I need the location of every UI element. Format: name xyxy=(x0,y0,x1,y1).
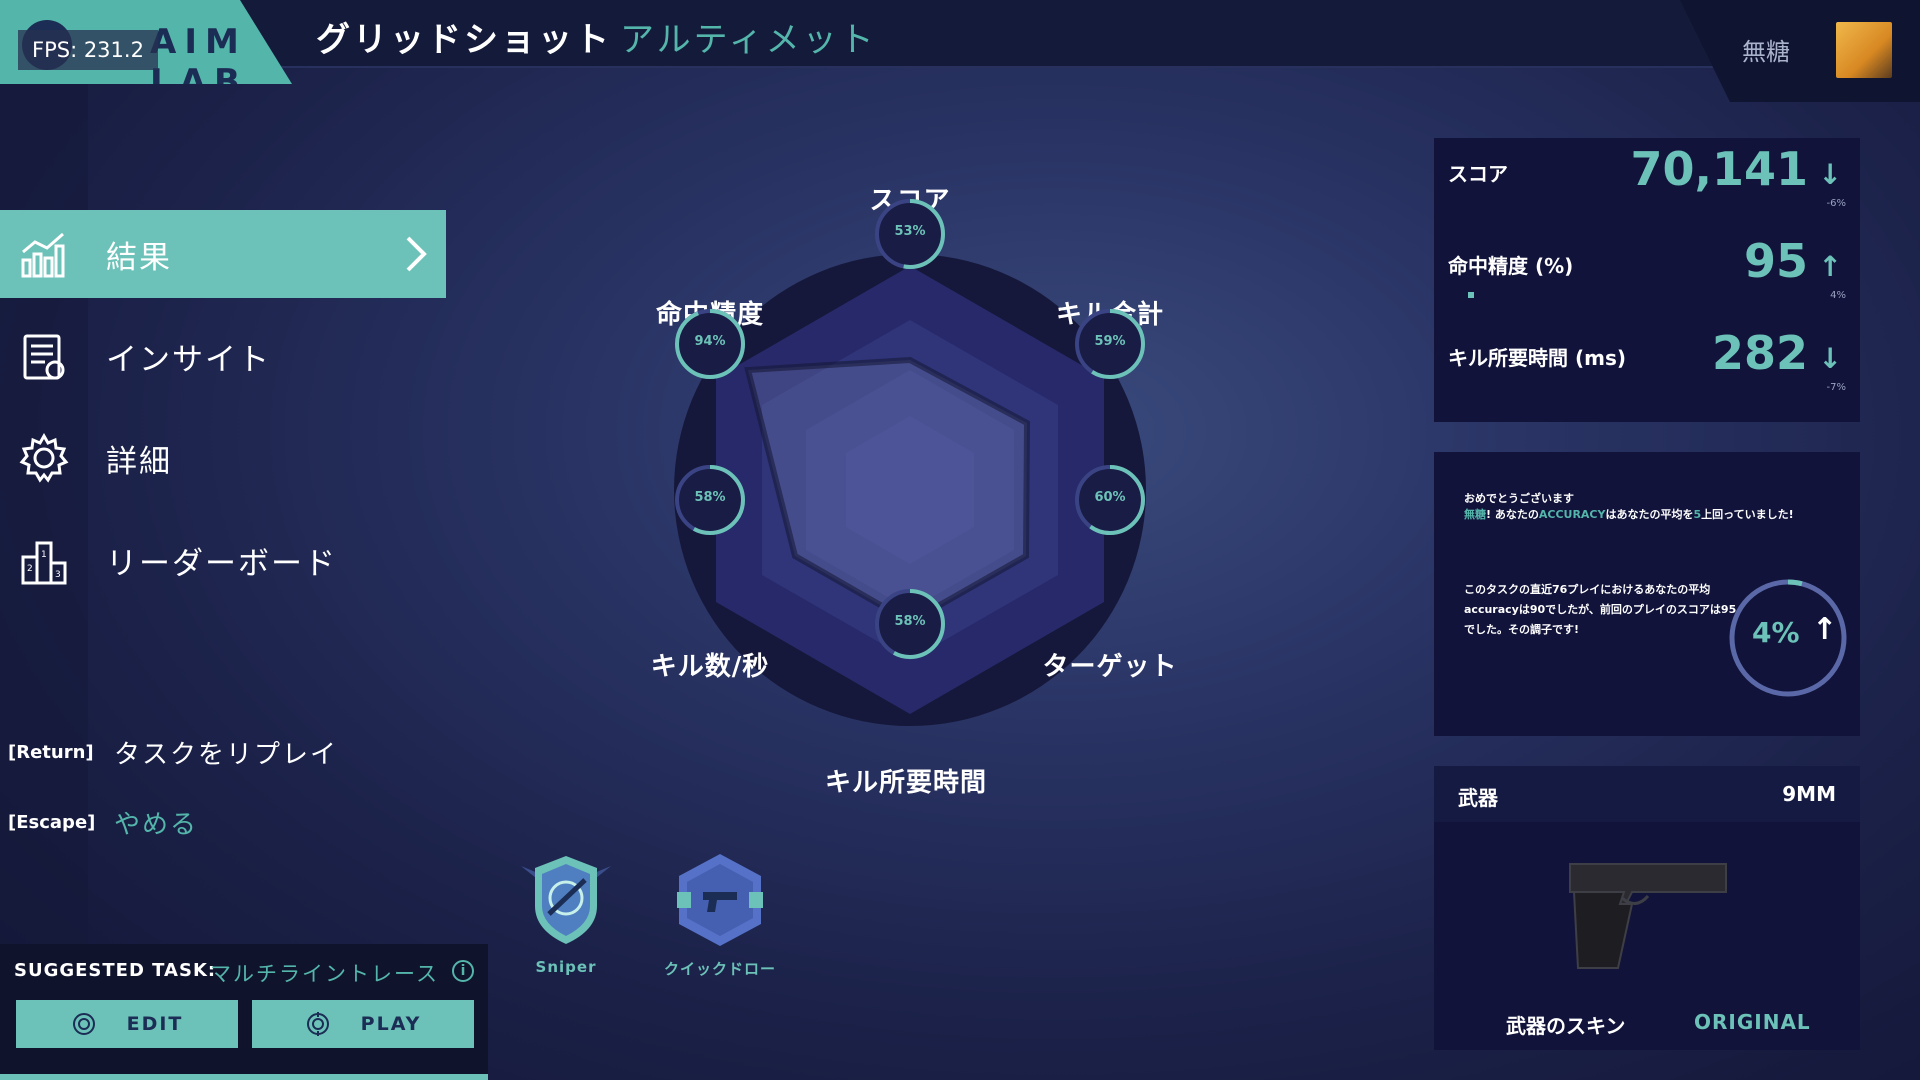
nav-item-results[interactable]: 結果 xyxy=(0,210,446,298)
svg-text:1: 1 xyxy=(41,550,47,560)
stat-delta: -7% xyxy=(1826,382,1846,393)
badge-label: クイックドロー xyxy=(663,960,776,978)
message-body: このタスクの直近76プレイにおけるあなたの平均accuracyは90でしたが、前… xyxy=(1464,583,1737,636)
suggested-task-panel: SUGGESTED TASK: マルチライントレース i EDIT PLAY xyxy=(0,944,488,1080)
message-panel: おめでとうございます 無糖! あなたのACCURACYはあなたの平均を5上回って… xyxy=(1434,452,1860,736)
gear-icon xyxy=(19,433,69,483)
top-bar xyxy=(0,0,1920,68)
radar-percent-text: 59% xyxy=(1094,334,1126,349)
shortcut-replay[interactable]: [Return] タスクをリプレイ xyxy=(8,734,338,771)
nav-label: インサイト xyxy=(106,341,271,378)
nav-label: 詳細 xyxy=(106,443,172,480)
badge-label: Sniper xyxy=(535,958,597,976)
arrow-up-icon: ↑ xyxy=(1812,612,1838,647)
nav-label: リーダーボード xyxy=(106,545,337,582)
nav-item-details[interactable]: 詳細 xyxy=(0,414,446,502)
message-text: 上回っていました! xyxy=(1701,508,1794,521)
shortcut-key: [Escape] xyxy=(8,812,96,833)
radar-chart: スコア キル合計 ターゲット キル所要時間 キル数/秒 命中精度 53%59%6… xyxy=(600,160,1220,800)
arrow-down-icon: ↓ xyxy=(1818,158,1842,191)
svg-text:2: 2 xyxy=(27,564,33,574)
play-button[interactable]: PLAY xyxy=(252,1000,474,1048)
task-title: グリッドショット アルティメット xyxy=(316,12,877,61)
weapon-label: 武器 xyxy=(1458,786,1498,810)
radar-percent-ring: 60% xyxy=(1072,462,1148,538)
radar-percent-ring: 53% xyxy=(872,196,948,272)
avatar[interactable] xyxy=(1836,22,1892,78)
arrow-down-icon: ↓ xyxy=(1818,342,1842,375)
stat-row-accuracy: 命中精度 (%) 95 ↑ 4% xyxy=(1434,230,1860,320)
stat-name: キル所要時間 (ms) xyxy=(1448,346,1626,370)
radar-percent-ring: 59% xyxy=(1072,306,1148,382)
gear-icon xyxy=(72,1013,95,1035)
radar-percent-text: 53% xyxy=(894,224,926,239)
accuracy-marker xyxy=(1468,292,1474,298)
message-user: 無糖 xyxy=(1464,508,1486,521)
clipboard-icon xyxy=(23,334,65,380)
message-heading: おめでとうございます xyxy=(1464,492,1574,505)
stats-panel: スコア 70,141 ↓ -6% 命中精度 (%) 95 ↑ 4% キル所要時間… xyxy=(1434,138,1860,422)
quickdraw-badge-icon xyxy=(677,854,763,946)
fps-counter: FPS: 231.2 xyxy=(18,30,158,70)
shortcut-quit[interactable]: [Escape] やめる xyxy=(8,804,198,841)
target-icon xyxy=(306,1012,329,1036)
stat-delta: -6% xyxy=(1826,198,1846,209)
badge-sniper[interactable]: Sniper xyxy=(496,852,636,976)
podium-icon: 213 xyxy=(21,541,67,585)
chevron-right-icon xyxy=(406,236,427,272)
suggested-task-name[interactable]: マルチライントレース xyxy=(210,958,439,988)
message-text: ! あなたの xyxy=(1486,508,1539,521)
edit-button[interactable]: EDIT xyxy=(16,1000,238,1048)
stat-name: 命中精度 (%) xyxy=(1448,254,1574,278)
radar-axis-label: ターゲット xyxy=(1042,652,1178,682)
weapon-value: 9MM xyxy=(1782,782,1836,806)
stat-value: 95 xyxy=(1743,234,1808,288)
stat-row-ttk: キル所要時間 (ms) 282 ↓ -7% xyxy=(1434,322,1860,412)
radar-percent-ring: 94% xyxy=(672,306,748,382)
stat-row-score: スコア 70,141 ↓ -6% xyxy=(1434,138,1860,228)
weapon-skin-value[interactable]: ORIGINAL xyxy=(1694,1010,1811,1034)
weapon-header: 武器 9MM xyxy=(1434,766,1860,822)
message-metric: ACCURACY xyxy=(1538,508,1606,521)
nav-item-insight[interactable]: インサイト xyxy=(0,312,446,400)
weapon-panel: 武器 9MM 武器のスキン ORIGINAL xyxy=(1434,766,1860,1050)
badge-quickdraw[interactable]: クイックドロー xyxy=(650,852,790,979)
suggested-task-label: SUGGESTED TASK: xyxy=(14,960,217,981)
improvement-value: 4% xyxy=(1752,616,1800,649)
message-text: はあなたの平均を xyxy=(1605,508,1694,521)
task-title-main: グリッドショット xyxy=(316,20,612,60)
pistol-icon xyxy=(1569,863,1727,969)
stat-value: 70,141 xyxy=(1630,142,1808,196)
weapon-skin-label: 武器のスキン xyxy=(1506,1014,1626,1038)
radar-percent-text: 94% xyxy=(694,334,726,349)
radar-percent-text: 60% xyxy=(1094,490,1126,505)
stat-value: 282 xyxy=(1711,326,1808,380)
arrow-up-icon: ↑ xyxy=(1818,250,1842,283)
task-title-sub: アルティメット xyxy=(620,20,877,60)
stat-name: スコア xyxy=(1448,162,1508,186)
chart-icon xyxy=(21,232,65,278)
nav-item-leaderboard[interactable]: 213 リーダーボード xyxy=(0,516,446,604)
radar-axis-label: キル所要時間 xyxy=(824,768,987,798)
edit-label: EDIT xyxy=(126,1013,184,1035)
radar-percent-text: 58% xyxy=(894,614,926,629)
username[interactable]: 無糖 xyxy=(1742,32,1790,67)
radar-percent-text: 58% xyxy=(694,490,726,505)
message-amount: 5 xyxy=(1693,508,1702,521)
sniper-badge-icon xyxy=(521,856,611,944)
svg-text:3: 3 xyxy=(55,570,61,580)
play-label: PLAY xyxy=(360,1013,422,1035)
radar-axis-label: キル数/秒 xyxy=(650,652,770,682)
radar-percent-ring: 58% xyxy=(872,586,948,662)
info-icon[interactable]: i xyxy=(452,960,474,982)
shortcut-label: タスクをリプレイ xyxy=(114,740,339,770)
radar-percent-ring: 58% xyxy=(672,462,748,538)
message-subheading: 無糖! あなたのACCURACYはあなたの平均を5上回っていました! xyxy=(1464,506,1794,522)
shortcut-key: [Return] xyxy=(8,742,94,763)
shortcut-label: やめる xyxy=(114,810,199,840)
nav-label: 結果 xyxy=(106,239,172,276)
stat-delta: 4% xyxy=(1830,290,1846,301)
